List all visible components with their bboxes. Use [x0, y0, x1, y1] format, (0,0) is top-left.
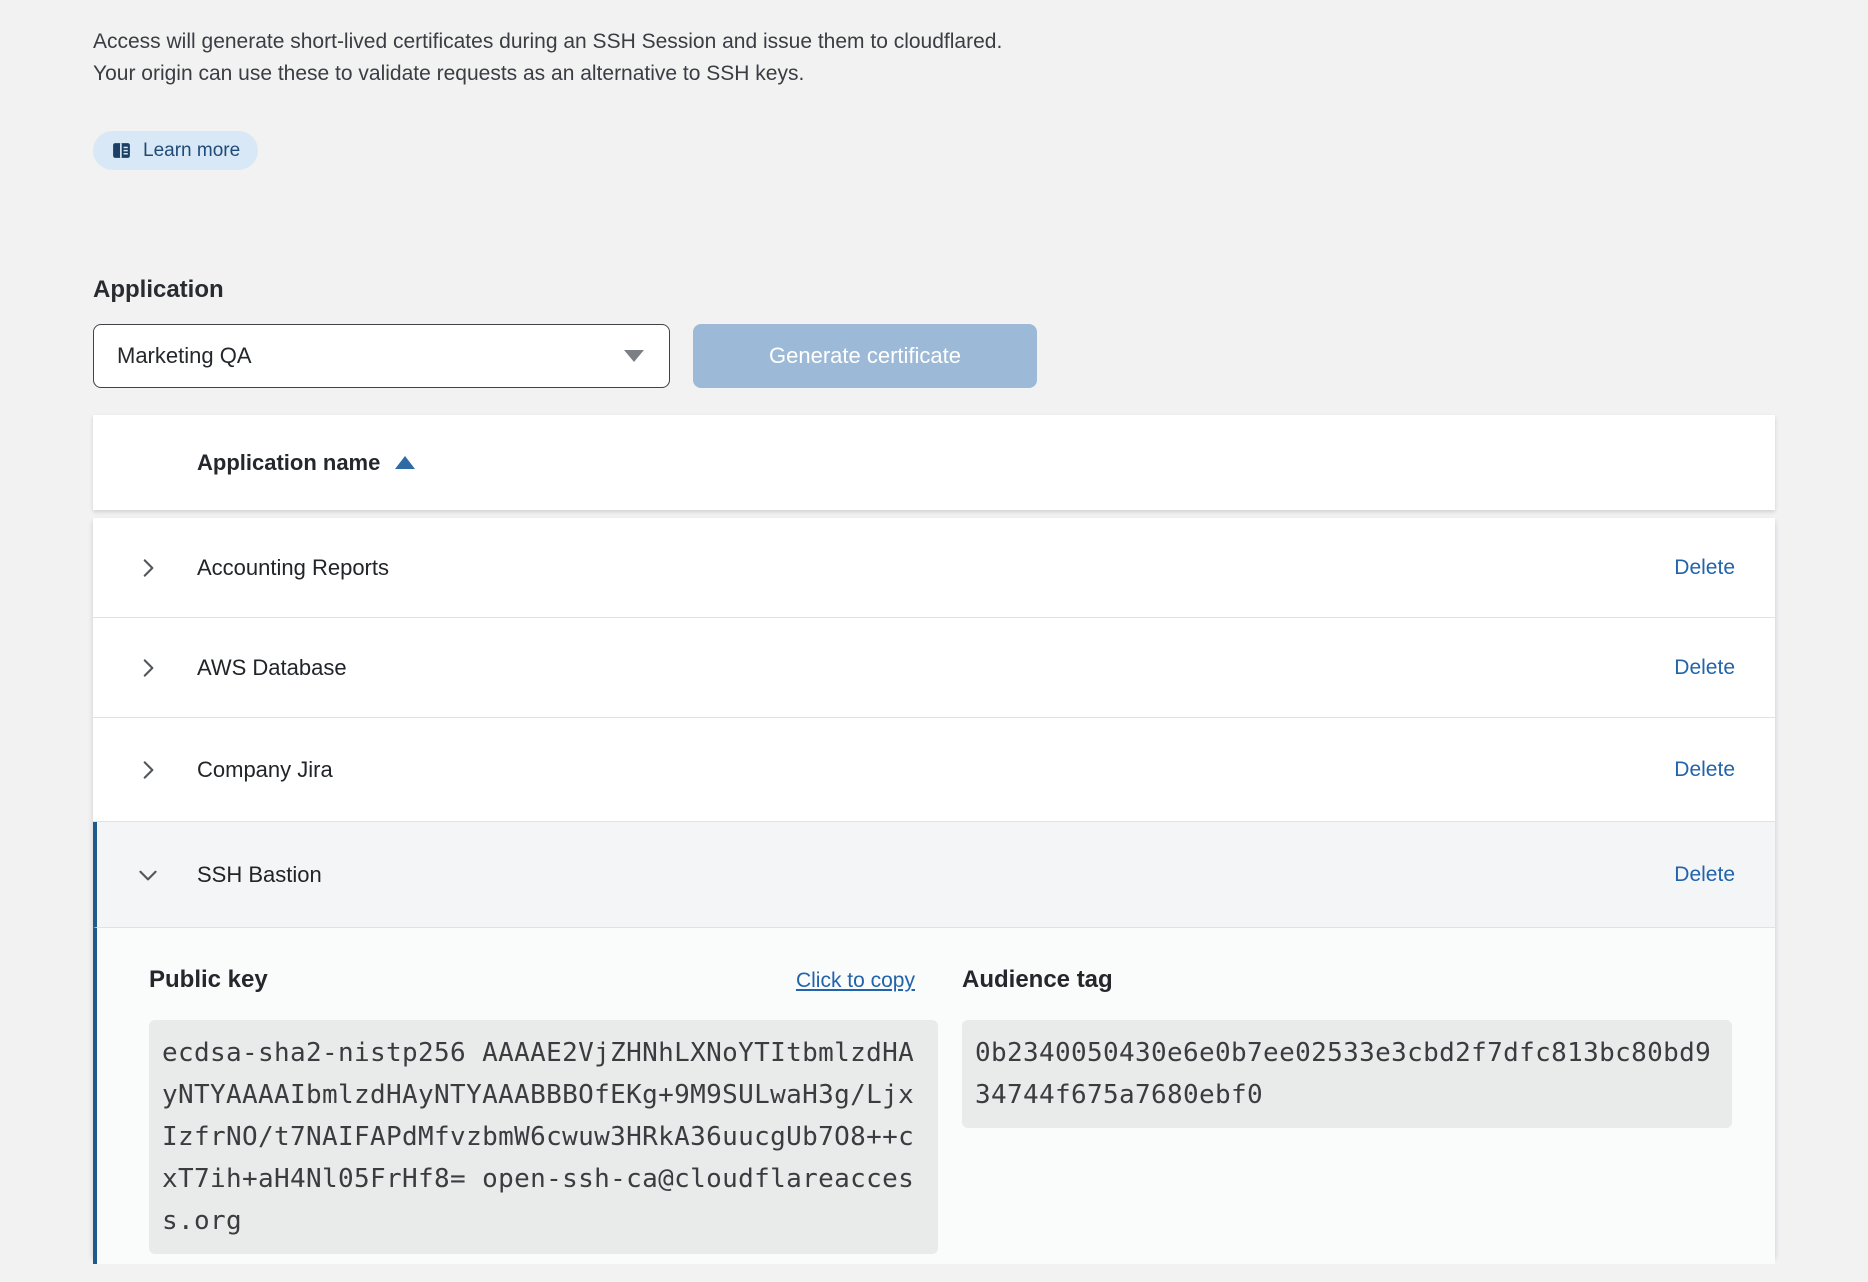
application-row-name: Accounting Reports: [197, 555, 389, 581]
table-row-expanded: SSH Bastion Delete: [93, 822, 1775, 928]
sort-ascending-icon: [395, 456, 415, 469]
chevron-right-icon[interactable]: [135, 655, 161, 681]
ssh-certificates-page: Access will generate short-lived certifi…: [0, 0, 1868, 1282]
intro-text: Access will generate short-lived certifi…: [93, 26, 1013, 90]
application-row-name: AWS Database: [197, 655, 347, 681]
public-key-section: Public key Click to copy ecdsa-sha2-nist…: [149, 966, 938, 1254]
audience-tag-section: Audience tag 0b2340050430e6e0b7ee02533e3…: [962, 966, 1732, 1128]
public-key-value: ecdsa-sha2-nistp256 AAAAE2VjZHNhLXNoYTIt…: [149, 1020, 938, 1254]
delete-link[interactable]: Delete: [1674, 556, 1735, 580]
audience-tag-value: 0b2340050430e6e0b7ee02533e3cbd2f7dfc813b…: [962, 1020, 1732, 1128]
chevron-right-icon[interactable]: [135, 757, 161, 783]
applications-table: Accounting Reports Delete AWS Database D…: [93, 518, 1775, 1256]
application-row-name: SSH Bastion: [197, 862, 322, 888]
table-row: Accounting Reports Delete: [93, 518, 1775, 618]
chevron-right-icon[interactable]: [135, 555, 161, 581]
learn-more-label: Learn more: [143, 140, 240, 162]
caret-down-icon: [624, 350, 644, 362]
chevron-down-icon[interactable]: [135, 862, 161, 888]
learn-more-button[interactable]: Learn more: [93, 131, 258, 170]
application-name-column-header[interactable]: Application name: [197, 450, 380, 476]
click-to-copy-link[interactable]: Click to copy: [796, 969, 915, 993]
delete-link[interactable]: Delete: [1674, 758, 1735, 782]
generate-certificate-button[interactable]: Generate certificate: [693, 324, 1037, 388]
application-label: Application: [93, 276, 224, 304]
table-row: Company Jira Delete: [93, 718, 1775, 822]
delete-link[interactable]: Delete: [1674, 863, 1735, 887]
application-row-name: Company Jira: [197, 757, 333, 783]
application-select-value: Marketing QA: [117, 343, 252, 369]
expanded-row-detail: Public key Click to copy ecdsa-sha2-nist…: [93, 928, 1775, 1264]
book-icon: [111, 140, 132, 161]
public-key-label: Public key: [149, 966, 268, 994]
delete-link[interactable]: Delete: [1674, 656, 1735, 680]
table-row: AWS Database Delete: [93, 618, 1775, 718]
audience-tag-label: Audience tag: [962, 966, 1113, 994]
table-header: Application name: [93, 415, 1775, 510]
application-select[interactable]: Marketing QA: [93, 324, 670, 388]
